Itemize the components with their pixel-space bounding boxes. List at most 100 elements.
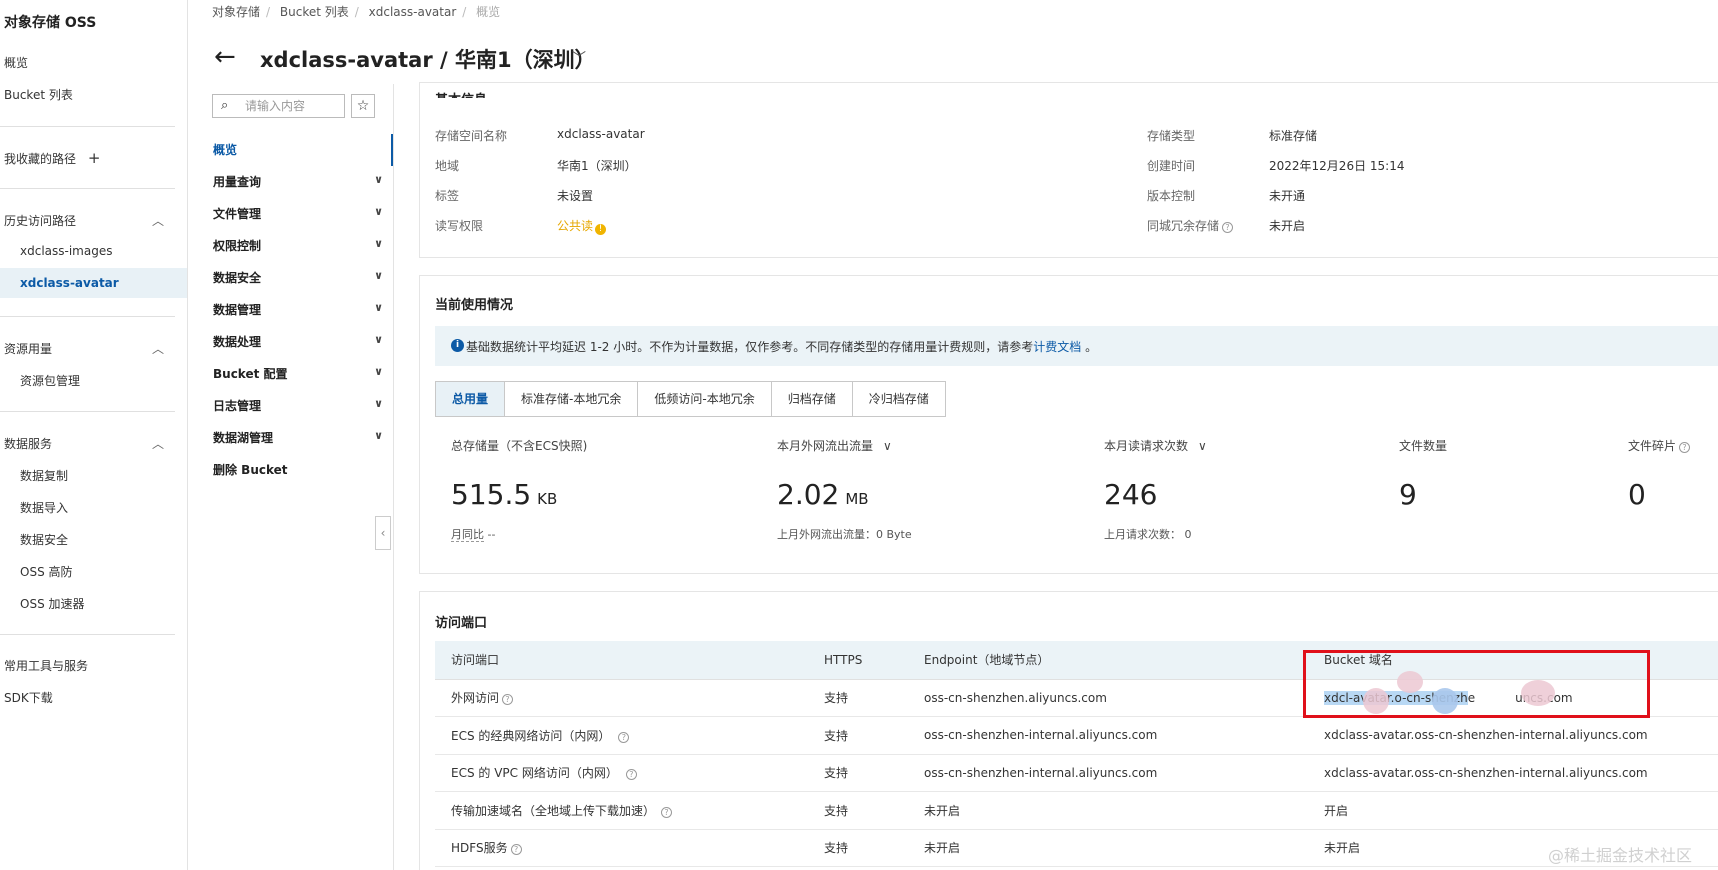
endpoint-name-cell: ECS 的经典网络访问（内网）? [435, 716, 824, 755]
acl-status: 公共读! [557, 217, 607, 235]
tab-total[interactable]: 总用量 [436, 382, 506, 416]
nav-favorites-label: 我收藏的路径 [4, 152, 77, 166]
billing-doc-link[interactable]: 计费文档 [1033, 340, 1081, 354]
metric-fragments: 0 [1628, 478, 1646, 511]
help-icon[interactable]: ? [502, 694, 514, 706]
nav-bucket-list[interactable]: Bucket 列表 [4, 86, 73, 103]
endpoints-title: 访问端口 [435, 616, 488, 631]
nav-data-service-item[interactable]: OSS 加速器 [20, 595, 85, 612]
menu-data-management[interactable]: 数据管理 ∨ [213, 301, 383, 318]
endpoint-value[interactable]: oss-cn-shenzhen-internal.aliyuncs.com [924, 754, 1324, 792]
plus-icon[interactable]: + [88, 149, 101, 167]
nav-data-service-item[interactable]: 数据导入 [20, 499, 68, 516]
menu-permission[interactable]: 权限控制 ∨ [213, 237, 383, 254]
menu-label: 权限控制 [213, 239, 262, 253]
chevron-up-icon: ︿ [152, 214, 165, 228]
nav-tools[interactable]: 常用工具与服务 [4, 657, 88, 674]
info-value: 2022年12月26日 15:14 [1269, 159, 1405, 173]
tab-archive[interactable]: 归档存储 [772, 382, 853, 416]
chevron-down-icon: ∨ [374, 301, 383, 314]
metric-sub-value: -- [487, 528, 496, 541]
nav-resource-pkg[interactable]: 资源包管理 [20, 372, 80, 389]
metric-sub-label: 月同比 [451, 528, 484, 542]
divider [0, 634, 175, 635]
highlight-box [1303, 650, 1650, 718]
nav-history[interactable]: 历史访问路径 ︿ [4, 212, 174, 229]
nav-favorites[interactable]: 我收藏的路径 + [4, 149, 100, 167]
help-icon[interactable]: ? [661, 806, 673, 818]
menu-overview[interactable]: 概览 [213, 141, 383, 158]
tab-infrequent[interactable]: 低频访问-本地冗余 [638, 382, 772, 416]
help-icon[interactable]: ? [625, 769, 637, 781]
storage-type-tabs: 总用量 标准存储-本地冗余 低频访问-本地冗余 归档存储 冷归档存储 [435, 381, 946, 417]
enable-acceleration-link[interactable]: 开启 [1324, 791, 1718, 830]
bucket-domain[interactable]: xdclass-avatar.oss-cn-shenzhen-internal.… [1324, 716, 1718, 755]
col-header: 访问端口 [435, 641, 824, 680]
tab-cold-archive[interactable]: 冷归档存储 [853, 382, 945, 416]
back-arrow-icon[interactable]: ← [214, 42, 236, 72]
endpoint-value[interactable]: oss-cn-shenzhen-internal.aliyuncs.com [924, 716, 1324, 755]
menu-usage-query[interactable]: 用量查询 ∨ [213, 173, 383, 190]
menu-data-security[interactable]: 数据安全 ∨ [213, 269, 383, 286]
usage-title: 当前使用情况 [435, 298, 514, 313]
metric-value: 515.5 [451, 478, 532, 511]
info-key-label: 同城冗余存储 [1147, 219, 1220, 233]
breadcrumb-item[interactable]: 对象存储 [212, 5, 260, 19]
help-icon[interactable]: ? [510, 844, 522, 856]
breadcrumb-item[interactable]: xdclass-avatar [369, 5, 457, 19]
nav-data-service-item[interactable]: 数据复制 [20, 467, 68, 484]
nav-data-services[interactable]: 数据服务 ︿ [4, 435, 174, 452]
col-header: HTTPS [824, 641, 924, 680]
nav-sdk[interactable]: SDK下载 [4, 689, 53, 706]
usage-card: 当前使用情况 i 基础数据统计平均延迟 1-2 小时。不作为计量数据，仅作参考。… [419, 275, 1718, 574]
help-icon[interactable]: ? [618, 731, 630, 743]
menu-delete-bucket[interactable]: 删除 Bucket [213, 461, 383, 478]
info-key: 标签 [435, 189, 460, 203]
https-support: 支持 [824, 679, 924, 717]
menu-file-management[interactable]: 文件管理 ∨ [213, 205, 383, 222]
tab-standard[interactable]: 标准存储-本地冗余 [505, 382, 639, 416]
menu-bucket-config[interactable]: Bucket 配置 ∨ [213, 365, 383, 382]
metric-unit: KB [537, 490, 558, 508]
menu-data-processing[interactable]: 数据处理 ∨ [213, 333, 383, 350]
metric-label-traffic[interactable]: 本月外网流出流量 ∨ [777, 437, 892, 454]
nav-data-service-item[interactable]: 数据安全 [20, 531, 68, 548]
info-value: xdclass-avatar [557, 127, 645, 141]
metric-traffic: 2.02 MB [777, 478, 869, 511]
metric-sub-label: 上月请求次数： [1104, 528, 1181, 541]
chevron-down-icon: ∨ [374, 269, 383, 282]
help-icon[interactable]: ? [1679, 442, 1691, 453]
info-key: 存储空间名称 [435, 129, 508, 143]
nav-resource-usage[interactable]: 资源用量 ︿ [4, 340, 174, 357]
endpoint-name-cell: ECS 的 VPC 网络访问（内网）? [435, 754, 824, 792]
help-icon[interactable]: ? [1222, 222, 1234, 233]
info-key-redundancy: 同城冗余存储? [1147, 217, 1234, 234]
menu-label: 文件管理 [213, 207, 262, 221]
menu-label: 日志管理 [213, 399, 262, 413]
watermark: @稀土掘金技术社区 [1548, 846, 1693, 865]
collapse-sidebar-button[interactable]: ‹ [375, 516, 391, 550]
star-icon[interactable]: ☆ [351, 94, 375, 118]
metric-label: 本月读请求次数 [1104, 439, 1189, 453]
metric-sub: 月同比 -- [451, 526, 495, 542]
menu-data-lake[interactable]: 数据湖管理 ∨ [213, 429, 383, 446]
chevron-down-icon[interactable]: ﹀ [572, 48, 586, 68]
metric-label: 文件数量 [1399, 439, 1448, 453]
chevron-down-icon: ∨ [374, 365, 383, 378]
nav-history-item-active[interactable]: xdclass-avatar [0, 268, 187, 298]
metric-sub: 上月请求次数： 0 [1104, 526, 1192, 542]
search-icon: ⌕ [221, 98, 229, 113]
menu-log-management[interactable]: 日志管理 ∨ [213, 397, 383, 414]
breadcrumb-item[interactable]: Bucket 列表 [280, 5, 349, 19]
endpoint-name: ECS 的 VPC 网络访问（内网） [451, 766, 618, 781]
search-input[interactable]: ⌕ 请输入内容 [212, 94, 345, 118]
nav-overview[interactable]: 概览 [4, 54, 28, 71]
endpoint-value: 未开启 [924, 791, 1324, 830]
nav-history-item[interactable]: xdclass-images [20, 244, 112, 258]
nav-data-service-item[interactable]: OSS 高防 [20, 563, 73, 580]
bucket-domain[interactable]: xdclass-avatar.oss-cn-shenzhen-internal.… [1324, 754, 1718, 792]
menu-label: 数据处理 [213, 335, 262, 349]
endpoint-value[interactable]: oss-cn-shenzhen.aliyuncs.com [924, 679, 1324, 717]
notice-text: 基础数据统计平均延迟 1-2 小时。不作为计量数据，仅作参考。不同存储类型的存储… [466, 338, 1097, 355]
metric-label-requests[interactable]: 本月读请求次数 ∨ [1104, 437, 1207, 454]
